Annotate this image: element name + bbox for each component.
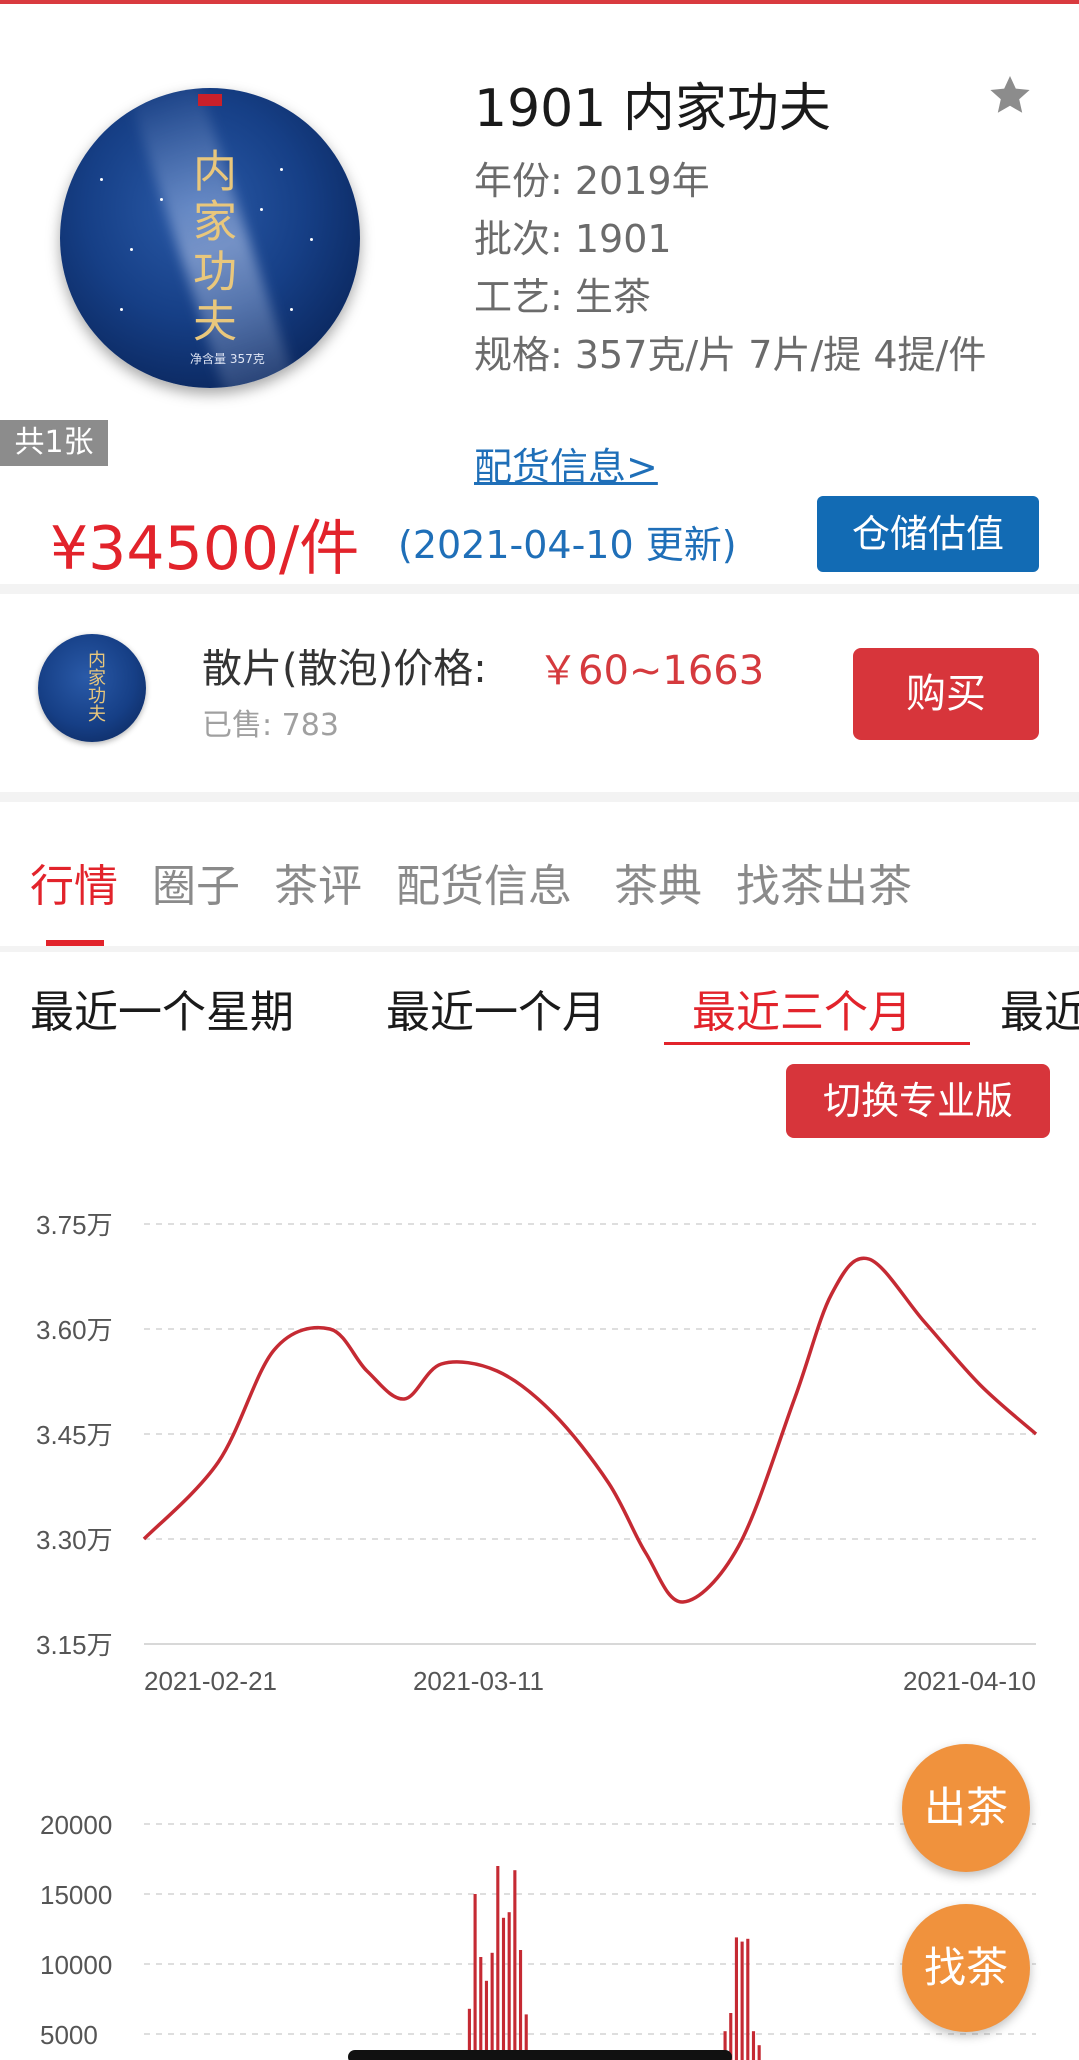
price-series-line bbox=[142, 1256, 1038, 1604]
product-image-name: 内家功夫 bbox=[185, 148, 236, 348]
volume-bar bbox=[734, 1937, 739, 2060]
product-image-weight: 净含量 357克 bbox=[190, 352, 265, 366]
time-range-selector: 最近一个星期 最近一个月 最近三个月 最近 bbox=[0, 976, 1079, 1046]
y-tick-label: 20000 bbox=[40, 1810, 112, 1840]
content-tabs: 行情 圈子 茶评 配货信息 茶典 找茶出茶 bbox=[0, 840, 1079, 950]
volume-bar bbox=[484, 1980, 489, 2060]
spec-package: 规格: 357克/片 7片/提 4提/件 bbox=[474, 333, 987, 377]
sold-count: 已售: 783 bbox=[202, 708, 339, 743]
x-tick-label: 2021-02-21 bbox=[144, 1666, 277, 1696]
y-tick-label: 5000 bbox=[40, 2020, 98, 2050]
volume-bar bbox=[757, 2045, 761, 2060]
volume-bar bbox=[496, 1866, 500, 2060]
spec-year: 年份: 2019年 bbox=[474, 159, 710, 203]
tab-market[interactable]: 行情 bbox=[30, 850, 118, 914]
product-title: 1901 内家功夫 bbox=[474, 79, 831, 139]
section-divider bbox=[0, 584, 1079, 594]
range-last-month[interactable]: 最近一个月 bbox=[386, 976, 606, 1040]
volume-bar bbox=[751, 2031, 756, 2060]
spec-process: 工艺: 生茶 bbox=[474, 275, 651, 319]
storage-valuation-button[interactable]: 仓储估值 bbox=[817, 496, 1039, 572]
active-range-indicator bbox=[664, 1042, 970, 1045]
distribution-info-link[interactable]: 配货信息> bbox=[474, 436, 658, 491]
switch-pro-version-button[interactable]: 切换专业版 bbox=[786, 1064, 1050, 1138]
volume-bar bbox=[473, 1894, 477, 2060]
loose-price-value: ￥60~1663 bbox=[538, 648, 765, 694]
find-tea-fab[interactable]: 找茶 bbox=[902, 1904, 1030, 2032]
x-tick-label: 2021-03-11 bbox=[413, 1666, 544, 1696]
tab-circle[interactable]: 圈子 bbox=[152, 850, 240, 914]
loose-product-thumbnail[interactable]: 内家功夫 bbox=[38, 634, 146, 742]
spec-batch: 批次: 1901 bbox=[474, 217, 672, 261]
home-indicator bbox=[348, 2050, 732, 2060]
product-image-seal bbox=[198, 94, 222, 106]
range-last-three-months[interactable]: 最近三个月 bbox=[692, 976, 912, 1040]
volume-bar bbox=[507, 1912, 511, 2060]
y-tick-label: 15000 bbox=[40, 1880, 112, 1910]
y-tick-label: 10000 bbox=[40, 1950, 112, 1980]
section-divider bbox=[0, 946, 1079, 952]
volume-bar bbox=[501, 1917, 506, 2060]
volume-bar bbox=[479, 1957, 483, 2060]
product-price: ¥34500/件 bbox=[50, 514, 360, 584]
range-last-week[interactable]: 最近一个星期 bbox=[30, 976, 294, 1040]
volume-bar bbox=[513, 1870, 517, 2060]
price-line-chart: 3.15万 3.30万 3.45万 3.60万 3.75万 2021-02-21 2021-… bbox=[36, 1210, 1038, 1696]
volume-bar bbox=[518, 1950, 523, 2060]
tab-distribution[interactable]: 配货信息 bbox=[396, 850, 572, 914]
y-tick-label: 3.30万 bbox=[36, 1525, 113, 1555]
tab-find-sell-tea[interactable]: 找茶出茶 bbox=[736, 850, 912, 914]
tab-encyclopedia[interactable]: 茶典 bbox=[614, 850, 702, 914]
thumbnail-name: 内家功夫 bbox=[85, 650, 106, 722]
top-accent-line bbox=[0, 0, 1079, 4]
tab-review[interactable]: 茶评 bbox=[274, 850, 362, 914]
loose-price-label: 散片(散泡)价格: bbox=[202, 646, 487, 692]
volume-bar bbox=[490, 1952, 494, 2060]
volume-bar bbox=[740, 1941, 744, 2060]
product-image[interactable]: 内家功夫 净含量 357克 bbox=[60, 88, 360, 388]
volume-bar bbox=[746, 1938, 750, 2060]
price-update-date: (2021-04-10 更新) bbox=[398, 523, 737, 567]
buy-button[interactable]: 购买 bbox=[853, 648, 1039, 740]
y-tick-label: 3.60万 bbox=[36, 1315, 113, 1345]
section-divider bbox=[0, 792, 1079, 802]
sell-tea-fab[interactable]: 出茶 bbox=[902, 1744, 1030, 1872]
y-tick-label: 3.15万 bbox=[36, 1630, 113, 1660]
x-tick-label: 2021-04-10 bbox=[903, 1666, 1036, 1696]
range-more[interactable]: 最近 bbox=[1000, 976, 1079, 1040]
y-tick-label: 3.75万 bbox=[36, 1210, 113, 1240]
image-count-badge: 共1张 bbox=[0, 420, 108, 466]
y-tick-label: 3.45万 bbox=[36, 1420, 113, 1450]
favorite-star-icon[interactable] bbox=[986, 72, 1034, 120]
